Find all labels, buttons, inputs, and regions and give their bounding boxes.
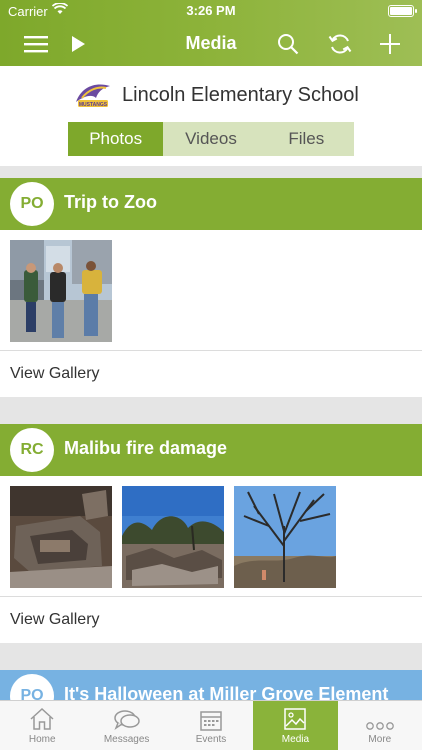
album-card: PO Trip to Zoo View Gallery: [0, 178, 422, 397]
home-icon: [30, 707, 54, 730]
refresh-icon[interactable]: [326, 30, 354, 58]
album-card: PO It's Halloween at Miller Grove Elemen…: [0, 670, 422, 700]
photo-thumbnail[interactable]: [10, 240, 112, 342]
messages-icon: [113, 710, 140, 730]
tab-events[interactable]: Events: [169, 701, 253, 750]
album-title: Trip to Zoo: [64, 192, 157, 212]
media-type-segmented-control: Photos Videos Files: [68, 122, 354, 156]
album-title: Malibu fire damage: [64, 438, 228, 458]
calendar-icon: [200, 711, 222, 731]
album-header[interactable]: PO Trip to Zoo: [0, 178, 422, 230]
album-card: RC Malibu fire damage View Gallery: [0, 424, 422, 643]
school-name: Lincoln Elementary School: [122, 84, 359, 106]
tab-bar: Home Messages Events Media More: [0, 700, 422, 750]
tab-label: Messages: [103, 734, 150, 745]
view-gallery-link[interactable]: View Gallery: [0, 597, 422, 643]
search-icon[interactable]: [274, 30, 302, 58]
status-bar: Carrier 3:26 PM: [0, 0, 422, 22]
tab-more[interactable]: More: [338, 701, 422, 750]
photo-thumbnail[interactable]: [122, 486, 224, 588]
nav-bar: Media: [0, 22, 422, 66]
image-icon: [284, 708, 307, 730]
tab-label: Events: [195, 734, 227, 745]
segment-videos[interactable]: Videos: [163, 122, 258, 156]
photo-thumbnail[interactable]: [234, 486, 336, 588]
view-gallery-link[interactable]: View Gallery: [0, 351, 422, 397]
battery-icon: [388, 5, 417, 17]
album-header[interactable]: RC Malibu fire damage: [0, 424, 422, 476]
album-thumbnails: [0, 476, 422, 596]
tab-home[interactable]: Home: [0, 701, 84, 750]
more-icon: [365, 722, 394, 730]
segment-files[interactable]: Files: [259, 122, 354, 156]
tab-label: Home: [28, 734, 56, 745]
avatar: PO: [10, 182, 54, 226]
clock: 3:26 PM: [186, 3, 236, 18]
avatar: PO: [10, 674, 54, 700]
tab-label: Media: [281, 734, 310, 745]
tab-label: More: [368, 734, 392, 745]
album-header[interactable]: PO It's Halloween at Miller Grove Elemen…: [0, 670, 422, 700]
top-bar: Carrier 3:26 PM Media: [0, 0, 422, 66]
school-logo: MUSTANGS: [72, 80, 114, 108]
avatar: RC: [10, 428, 54, 472]
tab-messages[interactable]: Messages: [84, 701, 168, 750]
album-thumbnails: [0, 230, 422, 350]
segment-photos[interactable]: Photos: [68, 122, 164, 156]
add-icon[interactable]: [376, 30, 404, 58]
school-header: MUSTANGS Lincoln Elementary School Photo…: [0, 66, 422, 166]
photo-thumbnail[interactable]: [10, 486, 112, 588]
logo-text: MUSTANGS: [79, 102, 108, 108]
album-title: It's Halloween at Miller Grove Element: [64, 684, 389, 700]
tab-media[interactable]: Media: [253, 701, 338, 750]
page-title: Media: [185, 33, 237, 53]
